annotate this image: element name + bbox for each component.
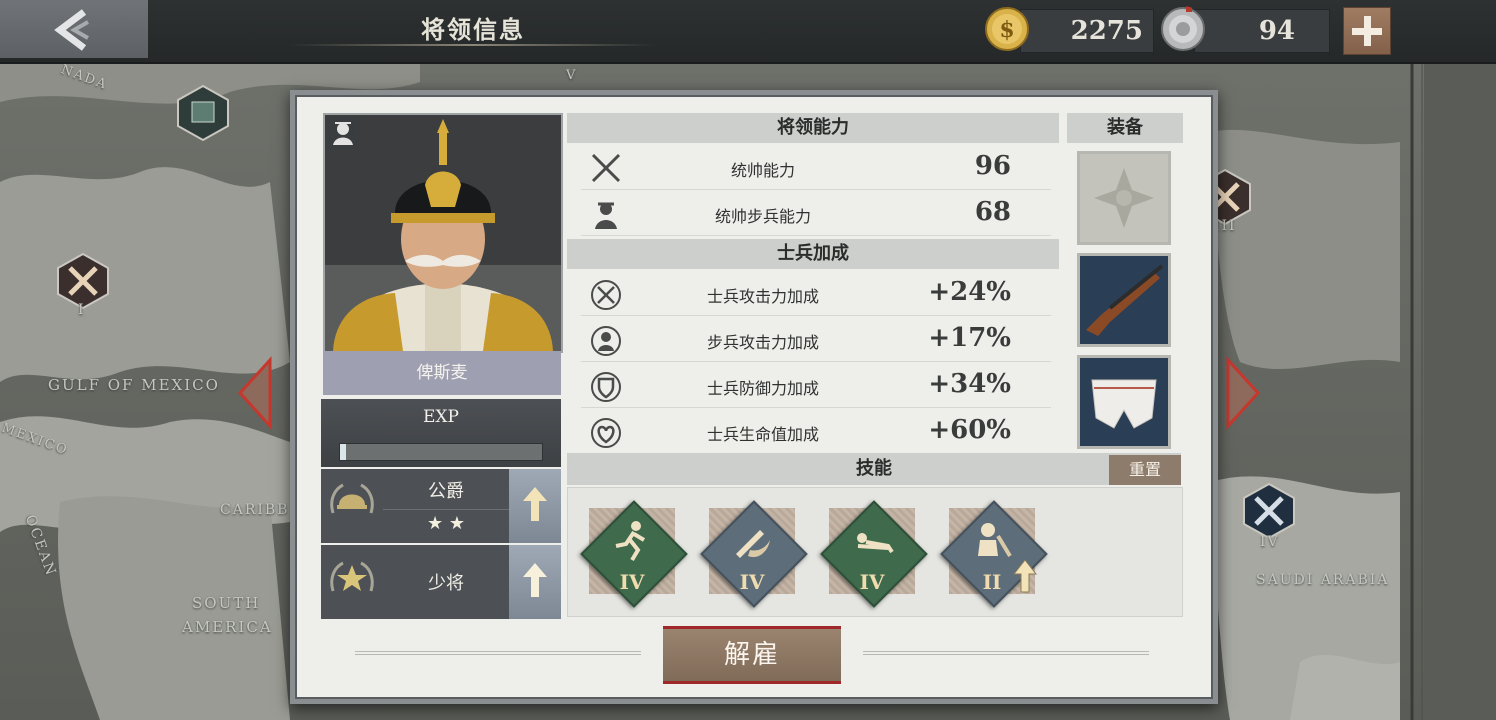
upgrade-arrow-icon — [1012, 559, 1038, 593]
general-portrait — [323, 113, 563, 353]
bonus-label: 士兵防御力加成 — [706, 379, 819, 398]
bonus-row-attack: 士兵攻击力加成 +24% — [581, 271, 1051, 316]
military-rank-row: 少将 — [321, 545, 561, 619]
medal-amount: 94 — [1258, 16, 1295, 46]
equipment-slot-medal[interactable] — [1077, 151, 1171, 245]
ability-row-infantry: 统帅步兵能力 68 — [581, 191, 1051, 236]
ability-value: 96 — [974, 151, 1011, 181]
stats-section: 将领能力 统帅能力 96 统帅步兵能力 68 士兵加成 士兵攻击力加成 +24%… — [567, 113, 1061, 453]
military-rank-label: 少将 — [428, 573, 464, 594]
skill-level: IV — [739, 570, 765, 594]
ability-label: 统帅能力 — [730, 161, 795, 180]
bonus-row-defense: 士兵防御力加成 +34% — [581, 363, 1051, 408]
bonus-value: +24% — [928, 277, 1011, 307]
add-currency-button[interactable] — [1343, 7, 1391, 55]
rank-divider — [383, 509, 509, 510]
ability-row-command: 统帅能力 96 — [581, 145, 1051, 190]
unit-hex-artillery-icon[interactable] — [1240, 482, 1298, 540]
skill-slot-medic[interactable]: II — [938, 498, 1048, 608]
general-portrait-image — [325, 115, 561, 351]
equipment-slot-garment[interactable] — [1077, 355, 1171, 449]
skill-slot-sprint[interactable]: IV — [578, 498, 688, 608]
gold-amount: 2275 — [1070, 16, 1143, 46]
unit-hex-label: IV — [1260, 534, 1280, 550]
general-info-panel: 俾斯麦 EXP 公爵 ★ ★ 少将 将领能力 统帅能力 96 统帅步兵能力 68… — [290, 90, 1218, 704]
skill-level: IV — [619, 570, 645, 594]
book-hex-icon[interactable] — [174, 84, 232, 142]
soldier-bayonet-icon — [978, 523, 1012, 558]
skill-slot-blade[interactable]: IV — [698, 498, 808, 608]
rank-insignia-icon — [330, 561, 374, 592]
rank-upgrade-button[interactable] — [509, 545, 561, 619]
skill-slot-prone[interactable]: IV — [818, 498, 928, 608]
bonus-value: +34% — [928, 369, 1011, 399]
back-arrow-icon — [54, 9, 89, 51]
heart-icon — [591, 418, 621, 448]
equipment-heading: 装备 — [1067, 113, 1183, 143]
top-bar: 将领信息 2275 $ 94 — [0, 0, 1496, 64]
decorative-line-left — [355, 651, 641, 657]
svg-text:$: $ — [999, 17, 1014, 43]
garment-icon — [1091, 379, 1157, 429]
skills-area: IV IV IV II — [567, 487, 1183, 617]
upgrade-arrow-icon — [523, 563, 547, 597]
running-soldier-icon — [615, 521, 646, 562]
map-label-caribbean: CARIBB — [220, 502, 290, 518]
exp-progress-fill — [340, 444, 347, 460]
blade-slash-icon — [736, 530, 770, 558]
upgrade-arrow-icon — [523, 487, 547, 521]
previous-general-arrow-icon[interactable] — [236, 356, 272, 430]
equipment-slot-rifle[interactable] — [1077, 253, 1171, 347]
exp-progress-bar — [339, 443, 543, 461]
ability-value: 68 — [974, 197, 1011, 227]
gold-counter: 2275 — [1020, 9, 1154, 53]
decorative-line-right — [863, 651, 1149, 657]
unit-hex-label: V — [566, 68, 578, 83]
page-title: 将领信息 — [421, 15, 525, 44]
bonus-row-infantry-attack: 步兵攻击力加成 +17% — [581, 317, 1051, 362]
helmet-laurel-icon — [330, 483, 374, 514]
back-button[interactable] — [0, 0, 148, 58]
bonus-value: +60% — [928, 415, 1011, 445]
general-name: 俾斯麦 — [323, 351, 561, 395]
infantry-unit-icon — [327, 117, 359, 149]
map-label-saudi: SAUDI ARABIA — [1256, 572, 1390, 588]
gold-coin-icon: $ — [985, 7, 1029, 51]
title-rank-stars: ★ ★ — [427, 513, 465, 534]
bonus-label: 士兵攻击力加成 — [706, 287, 819, 306]
shield-icon — [591, 372, 621, 402]
bonus-value: +17% — [928, 323, 1011, 353]
abilities-heading: 将领能力 — [567, 113, 1059, 143]
exp-box: EXP — [321, 399, 561, 467]
prone-soldier-icon — [857, 533, 894, 554]
medal-counter: 94 — [1194, 9, 1330, 53]
dismiss-button[interactable]: 解雇 — [663, 626, 841, 684]
infantry-soldier-icon — [595, 202, 617, 229]
rifle-icon — [1086, 264, 1164, 336]
bonus-label: 士兵生命值加成 — [706, 425, 819, 444]
bonus-row-health: 士兵生命值加成 +60% — [581, 409, 1051, 453]
bonus-label: 步兵攻击力加成 — [706, 333, 819, 352]
reset-skills-button[interactable]: 重置 — [1109, 455, 1181, 485]
unit-hex-label: I — [78, 302, 86, 318]
medal-cross-icon — [1094, 168, 1154, 228]
map-label-south: SOUTH — [192, 594, 261, 612]
crossed-swords-icon — [591, 153, 621, 183]
attack-bonus-icon — [591, 280, 621, 310]
next-general-arrow-icon[interactable] — [1226, 356, 1262, 430]
title-underline — [290, 44, 656, 46]
map-label-gulf: GULF OF MEXICO — [48, 376, 220, 394]
exp-label: EXP — [423, 407, 459, 427]
skills-heading: 技能 — [567, 453, 1181, 485]
skill-level: IV — [859, 570, 885, 594]
title-rank-row: 公爵 ★ ★ — [321, 469, 561, 543]
bonuses-heading: 士兵加成 — [567, 239, 1059, 269]
title-upgrade-button[interactable] — [509, 469, 561, 543]
map-label-america: AMERICA — [182, 618, 273, 636]
ability-label: 统帅步兵能力 — [714, 207, 811, 226]
silver-medal-icon — [1161, 6, 1205, 51]
title-rank-label: 公爵 — [428, 481, 464, 502]
infantry-attack-bonus-icon — [591, 326, 621, 356]
